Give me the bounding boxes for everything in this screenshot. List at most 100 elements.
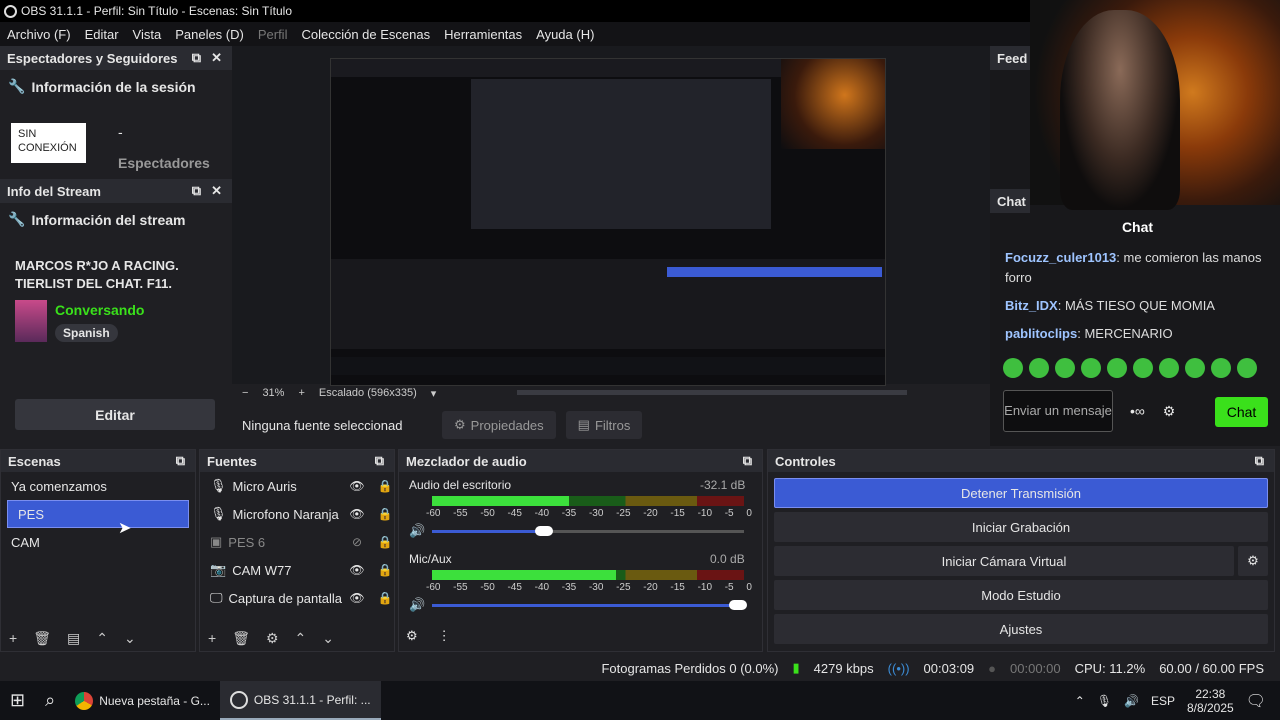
emote-icon[interactable] xyxy=(1029,358,1049,378)
menu-editar[interactable]: Editar xyxy=(78,27,126,42)
sources-title: Fuentes ⧉ xyxy=(200,450,394,472)
float-icon[interactable]: ⧉ xyxy=(176,453,185,469)
menu-herramientas[interactable]: Herramientas xyxy=(437,27,529,42)
chevron-down-icon[interactable]: ⌄ xyxy=(322,630,334,647)
studio-mode-button[interactable]: Modo Estudio xyxy=(774,580,1268,610)
scene-item-selected[interactable]: PES xyxy=(7,500,189,528)
zoom-out-icon[interactable]: − xyxy=(242,387,248,399)
trash-icon[interactable]: 🗑 xyxy=(33,630,51,647)
eye-icon[interactable]: 👁 xyxy=(348,591,366,605)
eye-icon[interactable]: 👁 xyxy=(348,563,366,577)
emote-icon[interactable] xyxy=(1211,358,1231,378)
bits-icon[interactable]: •∞ xyxy=(1130,403,1145,419)
lock-icon[interactable]: 🔒 xyxy=(376,507,394,521)
chat-message: pablitoclips: MERCENARIO xyxy=(1005,326,1173,341)
source-item[interactable]: 🖵 Captura de pantalla 👁 🔒 xyxy=(200,584,394,612)
mixer-title: Mezclador de audio ⧉ xyxy=(399,450,762,472)
menu-archivo[interactable]: Archivo (F) xyxy=(0,27,78,42)
filter-icon[interactable]: ▤ xyxy=(67,630,80,647)
volume-slider[interactable] xyxy=(432,600,747,610)
float-icon[interactable]: ⧉ xyxy=(743,453,752,469)
float-icon[interactable]: ⧉ xyxy=(375,453,384,469)
preview-area[interactable] xyxy=(232,46,990,386)
chat-user[interactable]: pablitoclips xyxy=(1005,326,1077,341)
advanced-audio-icon[interactable]: ⚙ xyxy=(406,628,418,644)
taskbar-obs[interactable]: OBS 31.1.1 - Perfil: ... xyxy=(219,681,381,720)
obs-logo-icon xyxy=(4,4,17,18)
scale-label[interactable]: Escalado (596x335) xyxy=(319,387,417,399)
emote-icon[interactable] xyxy=(1133,358,1153,378)
add-icon[interactable]: + xyxy=(208,630,216,647)
emote-icon[interactable] xyxy=(1003,358,1023,378)
menu-vista[interactable]: Vista xyxy=(126,27,169,42)
volume-slider[interactable] xyxy=(432,526,744,536)
preview-scrollbar[interactable] xyxy=(517,390,907,395)
float-icon[interactable]: ⧉ xyxy=(1255,453,1264,469)
volume-handle[interactable] xyxy=(728,600,747,610)
start-virtual-camera-button[interactable]: Iniciar Cámara Virtual xyxy=(774,546,1234,576)
clock[interactable]: 22:38 8/8/2025 xyxy=(1187,687,1234,715)
mic-icon[interactable]: 🎙 xyxy=(1097,694,1112,708)
start-recording-button[interactable]: Iniciar Grabación xyxy=(774,512,1268,542)
add-icon[interactable]: + xyxy=(9,630,17,647)
emote-icon[interactable] xyxy=(1107,358,1127,378)
close-icon[interactable]: ✕ xyxy=(211,183,222,199)
close-icon[interactable]: ✕ xyxy=(211,50,222,66)
emote-icon[interactable] xyxy=(1055,358,1075,378)
more-icon[interactable]: ⋮ xyxy=(438,628,451,644)
language-indicator[interactable]: ESP xyxy=(1151,694,1175,708)
float-icon[interactable]: ⧉ xyxy=(192,50,201,66)
speaker-icon[interactable]: 🔊 xyxy=(409,523,425,539)
emote-icon[interactable] xyxy=(1237,358,1257,378)
search-icon[interactable]: ⌕ xyxy=(35,681,65,720)
gear-icon[interactable]: ⚙ xyxy=(266,630,279,647)
emote-icon[interactable] xyxy=(1185,358,1205,378)
edit-stream-button[interactable]: Editar xyxy=(15,399,215,430)
eye-off-icon[interactable]: ⊘ xyxy=(348,535,366,549)
scene-item[interactable]: CAM xyxy=(1,528,195,556)
source-item-hidden[interactable]: ▣ PES 6 ⊘ 🔒 xyxy=(200,528,394,556)
notifications-icon[interactable]: 🗨 xyxy=(1246,691,1266,711)
chevron-up-icon[interactable]: ⌃ xyxy=(96,630,108,647)
taskbar-chrome[interactable]: Nueva pestaña - G... xyxy=(65,681,220,720)
menu-perfil[interactable]: Perfil xyxy=(251,27,295,42)
chat-user[interactable]: Focuzz_culer1013 xyxy=(1005,250,1116,265)
trash-icon[interactable]: 🗑 xyxy=(232,630,250,647)
settings-button[interactable]: Ajustes xyxy=(774,614,1268,644)
emote-icon[interactable] xyxy=(1159,358,1179,378)
chevron-down-icon[interactable]: ▾ xyxy=(431,387,437,400)
chat-send-button[interactable]: Chat xyxy=(1215,397,1268,427)
menu-coleccion-escenas[interactable]: Colección de Escenas xyxy=(294,27,437,42)
source-item[interactable]: 🎙 Microfono Naranja 👁 🔒 xyxy=(200,500,394,528)
lock-icon[interactable]: 🔒 xyxy=(376,479,394,493)
source-item[interactable]: 📷 CAM W77 👁 🔒 xyxy=(200,556,394,584)
lock-icon[interactable]: 🔒 xyxy=(376,591,394,605)
properties-button[interactable]: ⚙ Propiedades xyxy=(442,411,556,439)
gear-icon[interactable]: ⚙ xyxy=(1163,403,1176,419)
speaker-icon[interactable]: 🔊 xyxy=(409,597,425,613)
chevron-up-icon[interactable]: ⌃ xyxy=(295,630,307,647)
mixer-footer: ⚙ ⋮ xyxy=(406,628,451,644)
source-item[interactable]: 🎙 Micro Auris 👁 🔒 xyxy=(200,472,394,500)
stop-streaming-button[interactable]: Detener Transmisión xyxy=(774,478,1268,508)
emote-icon[interactable] xyxy=(1081,358,1101,378)
eye-icon[interactable]: 👁 xyxy=(348,479,366,493)
chat-user[interactable]: Bitz_IDX xyxy=(1005,298,1058,313)
filters-button[interactable]: ▤ Filtros xyxy=(565,411,643,439)
chevron-up-icon[interactable]: ⌃ xyxy=(1075,694,1085,708)
chevron-down-icon[interactable]: ⌄ xyxy=(124,630,136,647)
virtual-camera-settings-icon[interactable]: ⚙ xyxy=(1238,546,1268,576)
float-icon[interactable]: ⧉ xyxy=(192,183,201,199)
eye-icon[interactable]: 👁 xyxy=(348,507,366,521)
chat-input[interactable]: Enviar un mensaje xyxy=(1003,390,1113,432)
window-title: OBS 31.1.1 - Perfil: Sin Título - Escena… xyxy=(21,4,293,18)
volume-icon[interactable]: 🔊 xyxy=(1124,694,1139,708)
scene-item[interactable]: Ya comenzamos xyxy=(1,472,195,500)
zoom-in-icon[interactable]: + xyxy=(298,387,304,399)
windows-start-icon[interactable]: ⊞ xyxy=(0,681,35,720)
lock-icon[interactable]: 🔒 xyxy=(376,535,394,549)
menu-ayuda[interactable]: Ayuda (H) xyxy=(529,27,601,42)
volume-handle[interactable] xyxy=(535,526,554,536)
menu-paneles[interactable]: Paneles (D) xyxy=(168,27,251,42)
lock-icon[interactable]: 🔒 xyxy=(376,563,394,577)
